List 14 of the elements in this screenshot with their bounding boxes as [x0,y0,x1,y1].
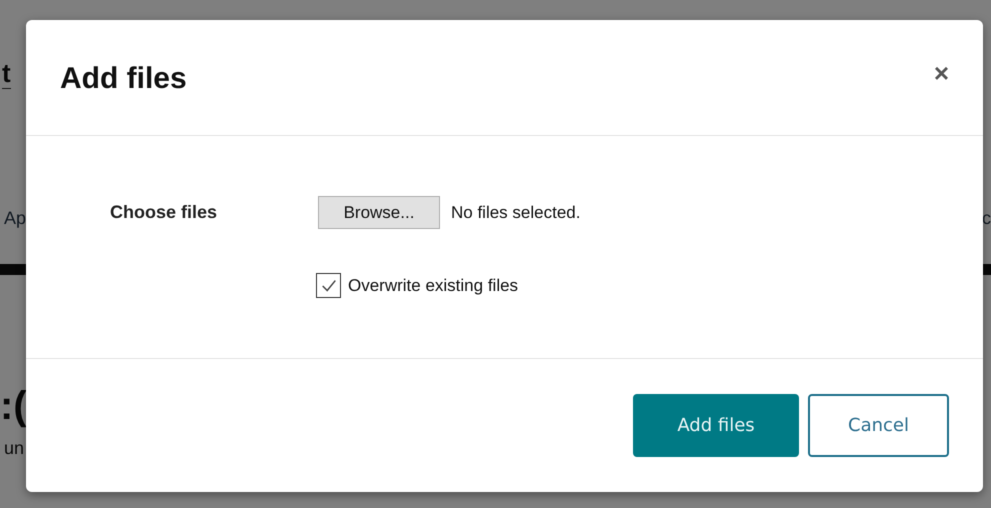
page-title: :( [0,384,27,428]
checkbox-label: Overwrite existing files [348,276,518,296]
checkbox[interactable] [316,273,341,298]
cancel-button[interactable]: Cancel [808,394,949,457]
close-button[interactable]: × [932,60,951,86]
browse-button[interactable]: Browse... [318,196,440,229]
add-files-button[interactable]: Add files [633,394,799,457]
page-tab[interactable]: c [982,208,991,234]
page-heading: t [2,58,11,89]
page-text: un [4,438,24,458]
file-status: No files selected. [451,202,580,222]
page-tab[interactable]: Ap [4,208,26,234]
field-label: Choose files [110,202,218,223]
dialog-title: Add files [60,62,187,96]
